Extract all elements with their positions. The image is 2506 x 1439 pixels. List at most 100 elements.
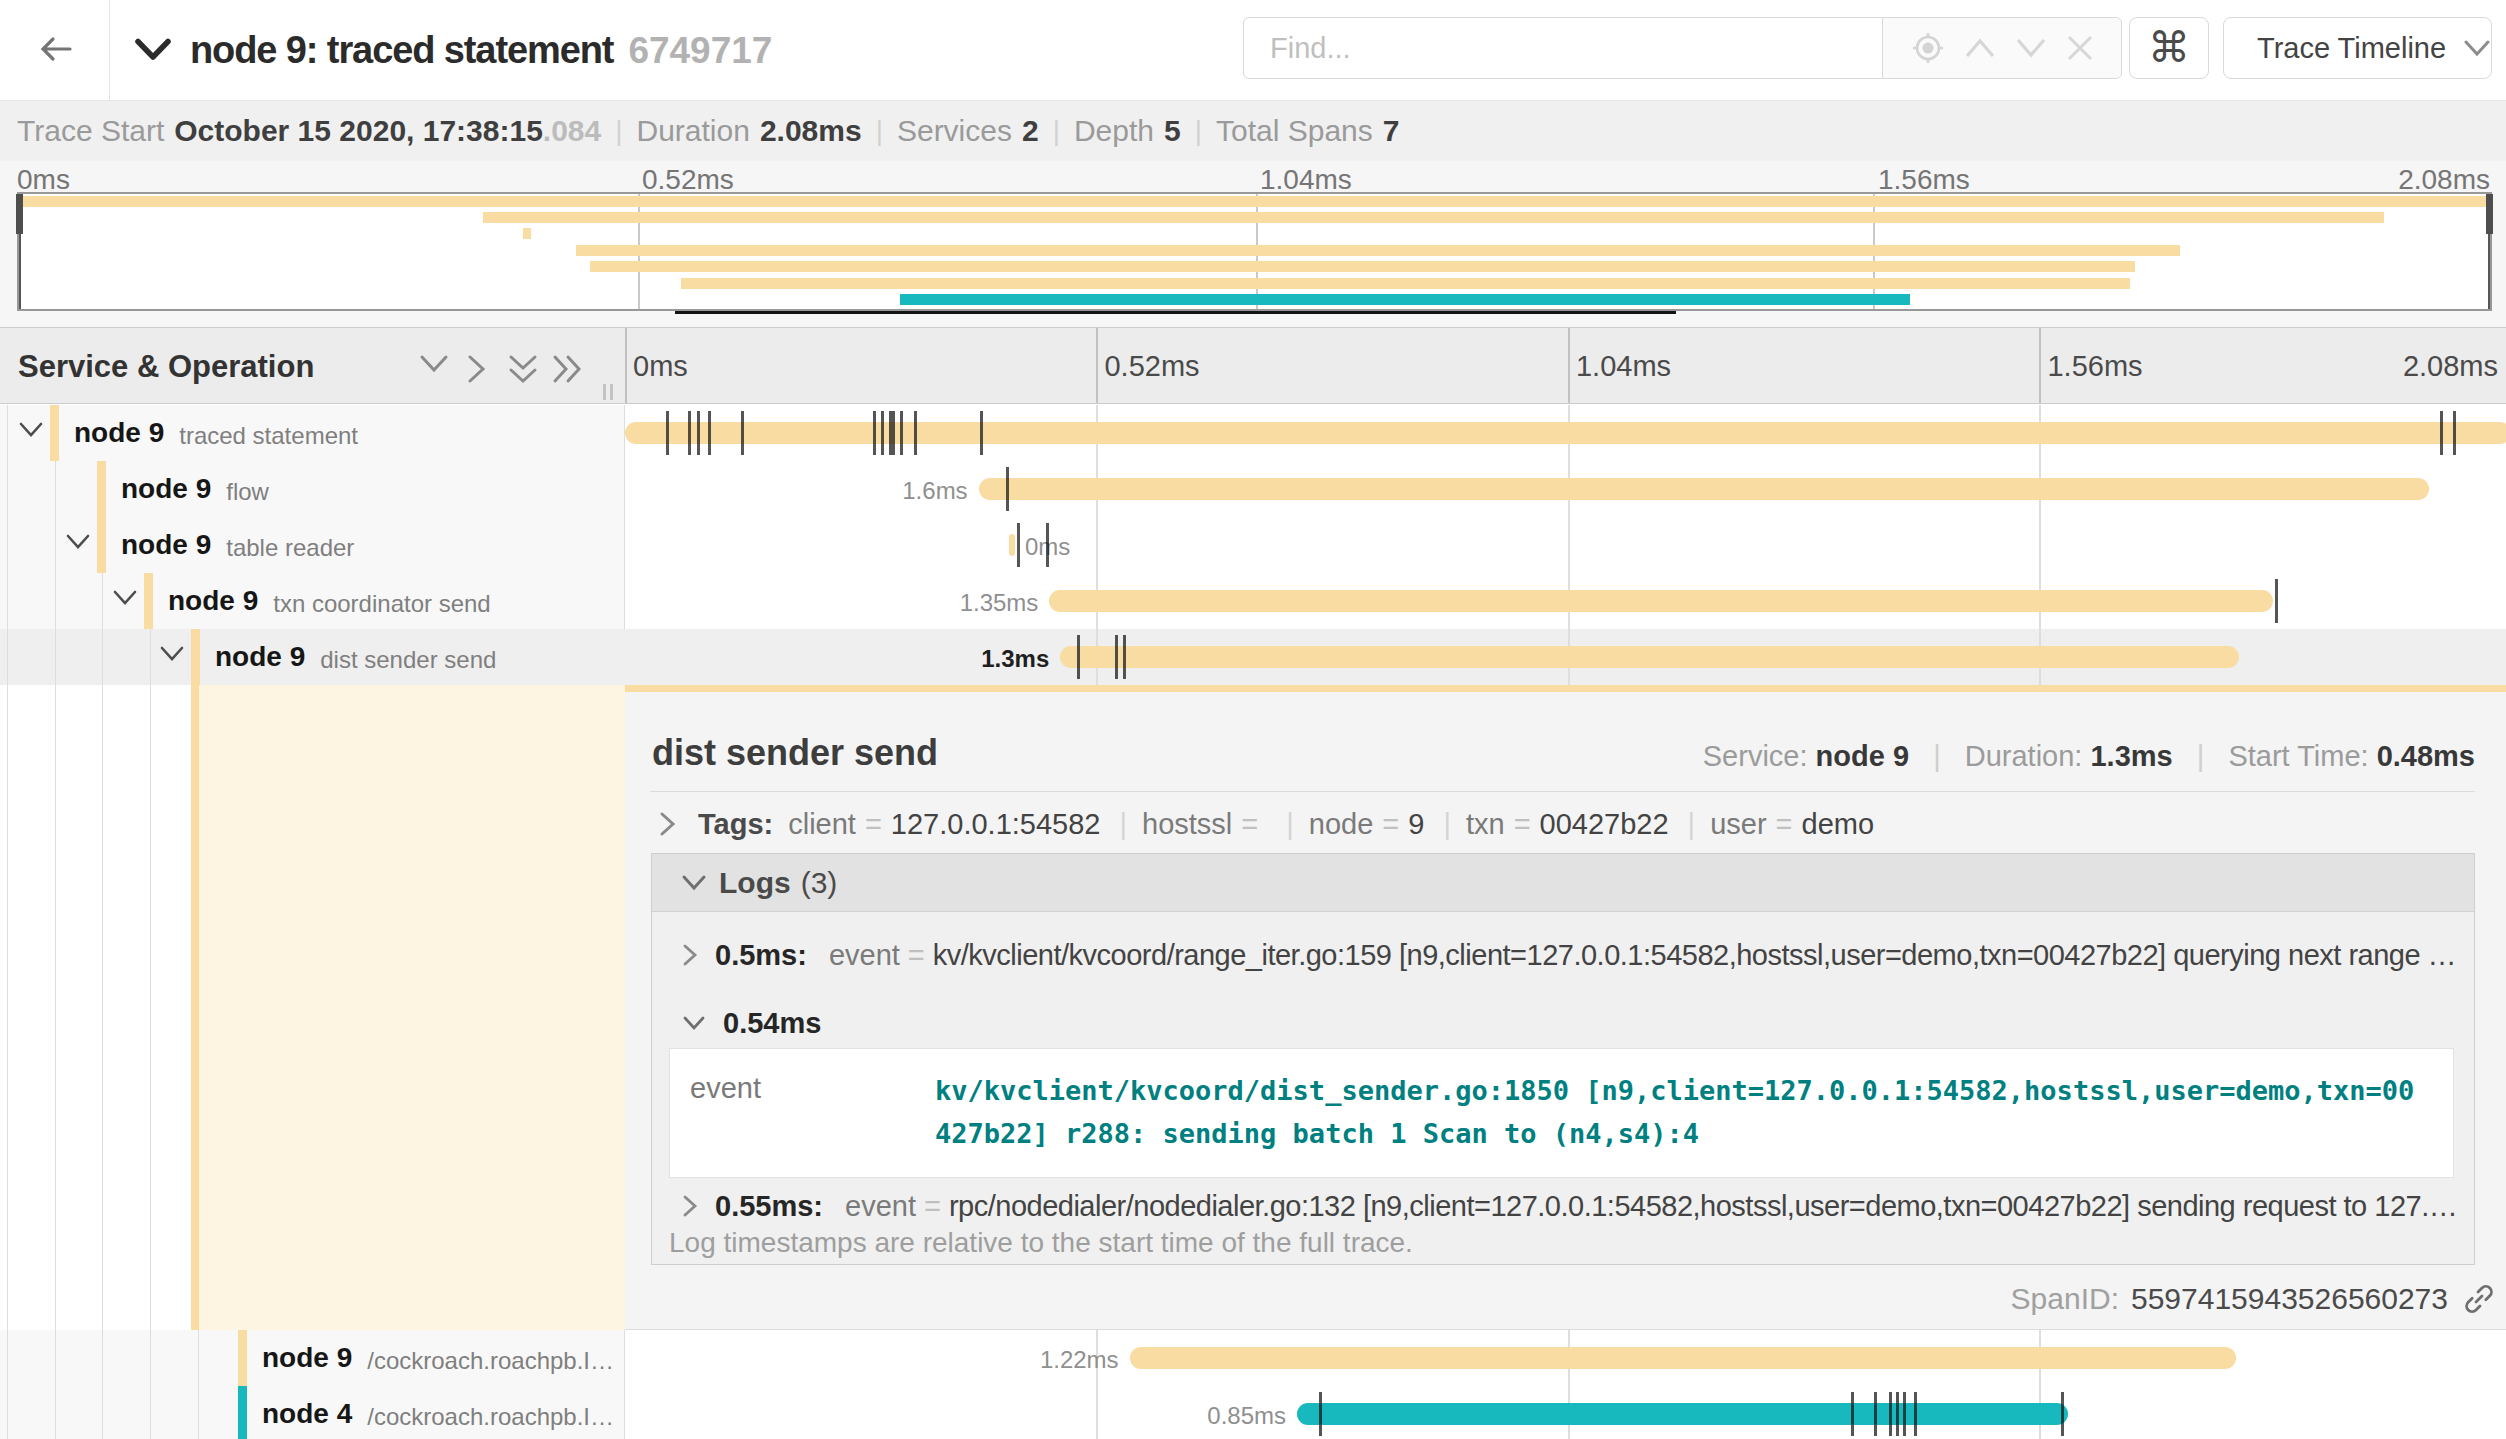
span-log-marker[interactable] (1903, 1392, 1906, 1436)
span-log-marker[interactable] (2453, 411, 2456, 455)
span-log-marker[interactable] (688, 411, 691, 455)
collapse-one-icon[interactable] (419, 354, 449, 378)
span-duration-bar[interactable] (1009, 534, 1015, 556)
chevron-right-icon (658, 811, 676, 837)
span-log-marker[interactable] (1006, 467, 1009, 511)
span-duration-bar[interactable] (625, 422, 2506, 444)
keyboard-shortcuts-button[interactable]: ⌘ (2129, 17, 2209, 79)
span-name[interactable]: node 9txn coordinator send (168, 573, 491, 629)
chevron-right-icon (682, 943, 698, 967)
span-log-marker[interactable] (741, 411, 744, 455)
span-log-marker[interactable] (2061, 1392, 2064, 1436)
span-log-marker[interactable] (1851, 1392, 1854, 1436)
tag-value: 9 (1408, 808, 1424, 840)
tags-label: Tags: (698, 808, 773, 841)
find-input[interactable] (1244, 18, 1882, 78)
log-entry[interactable]: 0.55ms:event=rpc/nodedialer/nodedialer.g… (652, 1186, 2474, 1226)
axis-tick-label: 2.08ms (2403, 350, 2498, 383)
log-entry[interactable]: 0.5ms:event=kv/kvclient/kvcoord/range_it… (652, 912, 2474, 998)
span-expander-icon[interactable] (160, 646, 184, 666)
minimap-right-scrubber-handle[interactable] (2486, 194, 2493, 234)
detail-duration-value: 1.3ms (2090, 740, 2172, 772)
log-value: rpc/nodedialer/nodedialer.go:132 [n9,cli… (949, 1190, 2474, 1223)
span-log-marker[interactable] (914, 411, 917, 455)
span-log-marker[interactable] (1319, 1392, 1322, 1436)
span-name[interactable]: node 4/cockroach.roachpb.I… (262, 1386, 614, 1439)
span-row[interactable]: node 9/cockroach.roachpb.I…1.22ms (0, 1330, 2506, 1386)
span-expander-icon[interactable] (113, 590, 137, 610)
indent-guide (150, 1330, 151, 1386)
separator: | (1443, 808, 1451, 840)
column-divider[interactable] (625, 328, 627, 403)
span-log-marker[interactable] (708, 411, 711, 455)
span-log-marker[interactable] (697, 411, 700, 455)
span-name[interactable]: node 9dist sender send (215, 629, 496, 685)
span-log-marker[interactable] (1046, 523, 1049, 567)
span-duration-bar[interactable] (1297, 1403, 2068, 1425)
span-log-marker[interactable] (1077, 635, 1080, 679)
span-duration-bar[interactable] (1130, 1347, 2236, 1369)
span-log-marker[interactable] (881, 411, 884, 455)
trace-title-collapse-toggle[interactable] (135, 38, 171, 65)
detail-start-time-label: Start Time: (2228, 740, 2368, 772)
span-log-marker[interactable] (1889, 1392, 1892, 1436)
span-log-marker[interactable] (889, 411, 892, 455)
span-expander-icon[interactable] (66, 534, 90, 554)
prev-result-icon[interactable] (1964, 37, 1996, 59)
span-name[interactable]: node 9traced statement (74, 405, 358, 461)
deep-link-icon[interactable] (2464, 1284, 2494, 1314)
expand-one-icon[interactable] (466, 354, 486, 388)
span-log-marker[interactable] (892, 411, 895, 455)
span-log-marker[interactable] (980, 411, 983, 455)
span-log-marker[interactable] (1115, 635, 1118, 679)
span-row[interactable]: node 9txn coordinator send 1.35ms (0, 573, 2506, 629)
collapse-all-icon[interactable] (508, 354, 538, 390)
span-log-marker[interactable] (1914, 1392, 1917, 1436)
back-button[interactable] (0, 0, 110, 100)
span-row[interactable]: node 9table reader0ms (0, 517, 2506, 573)
span-duration-label: 1.35ms (960, 589, 1039, 617)
span-log-marker[interactable] (1896, 1392, 1899, 1436)
trace-view-selector[interactable]: Trace Timeline (2223, 17, 2492, 79)
span-log-marker[interactable] (2440, 411, 2443, 455)
minimap-span-bar (590, 261, 2134, 272)
minimap-span-bar (20, 196, 2491, 207)
span-name[interactable]: node 9flow (121, 461, 269, 517)
span-log-marker[interactable] (666, 411, 669, 455)
span-name[interactable]: node 9table reader (121, 517, 354, 573)
span-log-marker[interactable] (1017, 523, 1020, 567)
focus-matches-icon[interactable] (1911, 31, 1945, 65)
tag-key: node (1309, 808, 1374, 840)
span-row[interactable]: node 9flow1.6ms (0, 461, 2506, 517)
span-expander-icon[interactable] (19, 422, 43, 442)
span-log-marker[interactable] (873, 411, 876, 455)
log-entry[interactable]: 0.54ms (652, 998, 2474, 1048)
span-log-marker[interactable] (1874, 1392, 1877, 1436)
next-result-icon[interactable] (2015, 37, 2047, 59)
element (7, 685, 8, 1330)
separator: | (1120, 808, 1128, 840)
log-field-value: kv/kvclient/kvcoord/dist_sender.go:1850 … (935, 1069, 2422, 1155)
chevron-down-icon (19, 422, 43, 438)
span-log-marker[interactable] (1123, 635, 1126, 679)
tag-key: txn (1466, 808, 1505, 840)
minimap-span-bar (900, 294, 1910, 305)
span-row[interactable]: node 9traced statement (0, 405, 2506, 461)
span-row[interactable]: node 4/cockroach.roachpb.I…0.85ms (0, 1386, 2506, 1439)
span-duration-bar[interactable] (1049, 590, 2273, 612)
minimap-canvas[interactable] (17, 192, 2492, 311)
expand-all-icon[interactable] (552, 354, 584, 388)
span-log-marker[interactable] (2275, 579, 2278, 623)
tags-accordian[interactable]: Tags: client=127.0.0.1:54582|hostssl=|no… (658, 800, 1874, 848)
minimap-left-scrubber-handle[interactable] (16, 194, 23, 234)
span-name[interactable]: node 9/cockroach.roachpb.I… (262, 1330, 614, 1386)
span-duration-bar[interactable] (1060, 646, 2239, 668)
span-duration-bar[interactable] (979, 478, 2430, 500)
total-spans-value: 7 (1383, 114, 1400, 148)
clear-find-icon[interactable] (2066, 34, 2094, 62)
logs-header[interactable]: Logs (3) (652, 854, 2474, 912)
span-log-marker[interactable] (900, 411, 903, 455)
column-resize-grip[interactable] (603, 384, 617, 404)
span-row[interactable]: node 9dist sender send1.3ms (0, 629, 2506, 685)
span-service-name: node 9 (215, 641, 305, 673)
